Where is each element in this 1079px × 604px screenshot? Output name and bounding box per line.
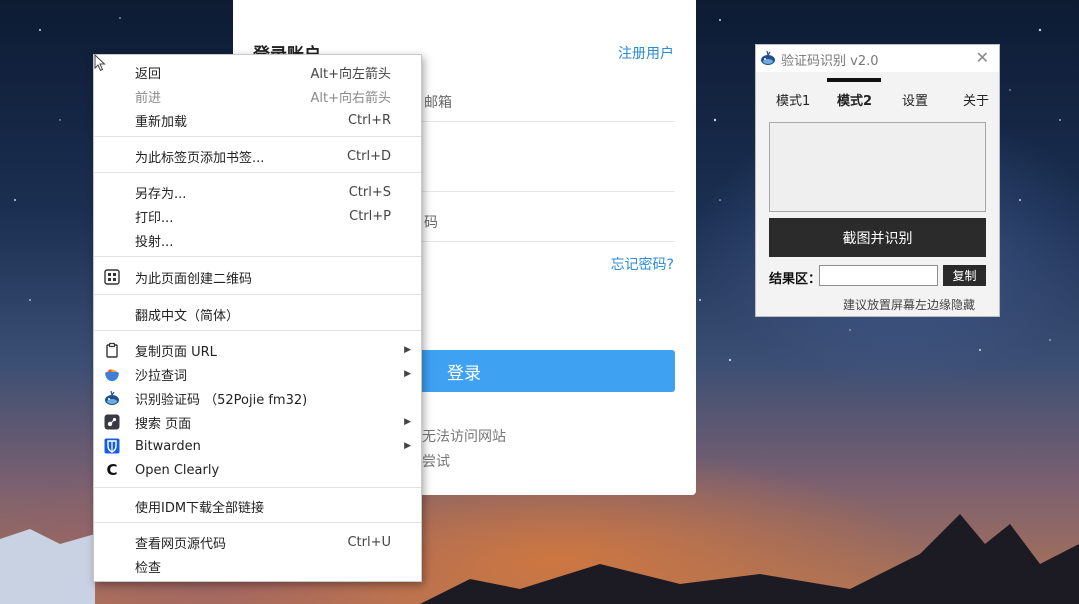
menu-item-translate[interactable]: 翻成中文（简体） [94, 302, 421, 326]
menu-separator [94, 294, 421, 295]
copy-button[interactable]: 复制 [943, 265, 986, 286]
copy-button-label: 复制 [952, 269, 977, 283]
menu-separator [94, 330, 421, 331]
tab-mode-1[interactable]: 模式1 [776, 90, 810, 109]
context-menu: 返回 Alt+向左箭头 前进 Alt+向右箭头 重新加载 Ctrl+R 为此标签… [93, 54, 422, 582]
tab-about[interactable]: 关于 [963, 90, 989, 109]
active-tab-indicator [827, 78, 881, 82]
saladict-icon [104, 366, 120, 382]
menu-item-captcha[interactable]: 识别验证码 （52Pojie fm32) [94, 386, 421, 410]
capture-button-label: 截图并识别 [842, 230, 913, 247]
menu-item-bitwarden[interactable]: Bitwarden ▶ [94, 434, 421, 458]
menu-item-forward: 前进 Alt+向右箭头 [135, 90, 391, 106]
password-hint: 码 [424, 215, 438, 231]
tab-mode-2[interactable]: 模式2 [837, 90, 872, 109]
menu-item-open-clearly[interactable]: C Open Clearly [94, 458, 421, 482]
menu-item-back[interactable]: 返回 Alt+向左箭头 [94, 60, 421, 84]
menu-item-save-as[interactable]: 另存为... Ctrl+S [94, 180, 421, 204]
captcha-preview-box [769, 122, 986, 212]
menu-item-copy-url[interactable]: 复制页面 URL ▶ [94, 338, 421, 362]
menu-separator [94, 522, 421, 523]
clearly-icon: C [106, 461, 118, 479]
menu-item-search-page[interactable]: 搜索 页面 ▶ [94, 410, 421, 434]
tool-title-bar[interactable]: 验证码识别 v2.0 ✕ [756, 45, 999, 72]
login-button-label: 登录 [447, 363, 481, 384]
menu-item-bookmark[interactable]: 为此标签页添加书签... Ctrl+D [94, 144, 421, 168]
menu-item-saladict[interactable]: 沙拉查词 ▶ [94, 362, 421, 386]
menu-item-reload[interactable]: 重新加载 Ctrl+R [94, 108, 421, 132]
tool-title: 验证码识别 v2.0 [781, 54, 879, 69]
forgot-password-link[interactable]: 忘记密码? [611, 254, 674, 274]
clipboard-icon [104, 342, 120, 358]
menu-separator [94, 487, 421, 488]
username-hint: 邮箱 [424, 95, 452, 111]
tab-settings[interactable]: 设置 [902, 90, 928, 109]
menu-item-print[interactable]: 打印... Ctrl+P [94, 204, 421, 228]
submenu-arrow-icon: ▶ [404, 345, 411, 355]
capture-recognize-button[interactable]: 截图并识别 [769, 218, 986, 257]
captcha-tool-window: 验证码识别 v2.0 ✕ 模式1 模式2 设置 关于 截图并识别 结果区： 复制… [755, 44, 1000, 317]
menu-separator [94, 256, 421, 257]
tip-line-2: 尝试 [422, 454, 450, 470]
submenu-arrow-icon: ▶ [404, 369, 411, 379]
menu-item-view-source[interactable]: 查看网页源代码 Ctrl+U [94, 530, 421, 554]
captcha-whale-icon [104, 390, 120, 406]
tool-hint: 建议放置屏幕左边缘隐藏 [843, 298, 976, 312]
app-logo-icon [760, 50, 776, 70]
menu-item-inspect[interactable]: 检查 [94, 554, 421, 578]
menu-separator [94, 136, 421, 137]
menu-separator [94, 172, 421, 173]
menu-item-idm-download[interactable]: 使用IDM下载全部链接 [94, 494, 421, 518]
tip-line-1: 无法访问网站 [422, 429, 506, 445]
mouse-cursor-icon [94, 54, 106, 72]
result-label: 结果区： [769, 272, 822, 287]
close-icon[interactable]: ✕ [976, 48, 989, 67]
bitwarden-icon [104, 438, 120, 454]
qr-code-icon [104, 269, 120, 285]
submenu-arrow-icon: ▶ [404, 441, 411, 451]
menu-item-cast[interactable]: 投射... [94, 228, 421, 252]
menu-item-qr-code[interactable]: 为此页面创建二维码 [94, 265, 421, 289]
submenu-arrow-icon: ▶ [404, 417, 411, 427]
result-input[interactable] [819, 265, 938, 286]
register-link[interactable]: 注册用户 [618, 43, 674, 63]
search-extension-icon [104, 414, 120, 430]
